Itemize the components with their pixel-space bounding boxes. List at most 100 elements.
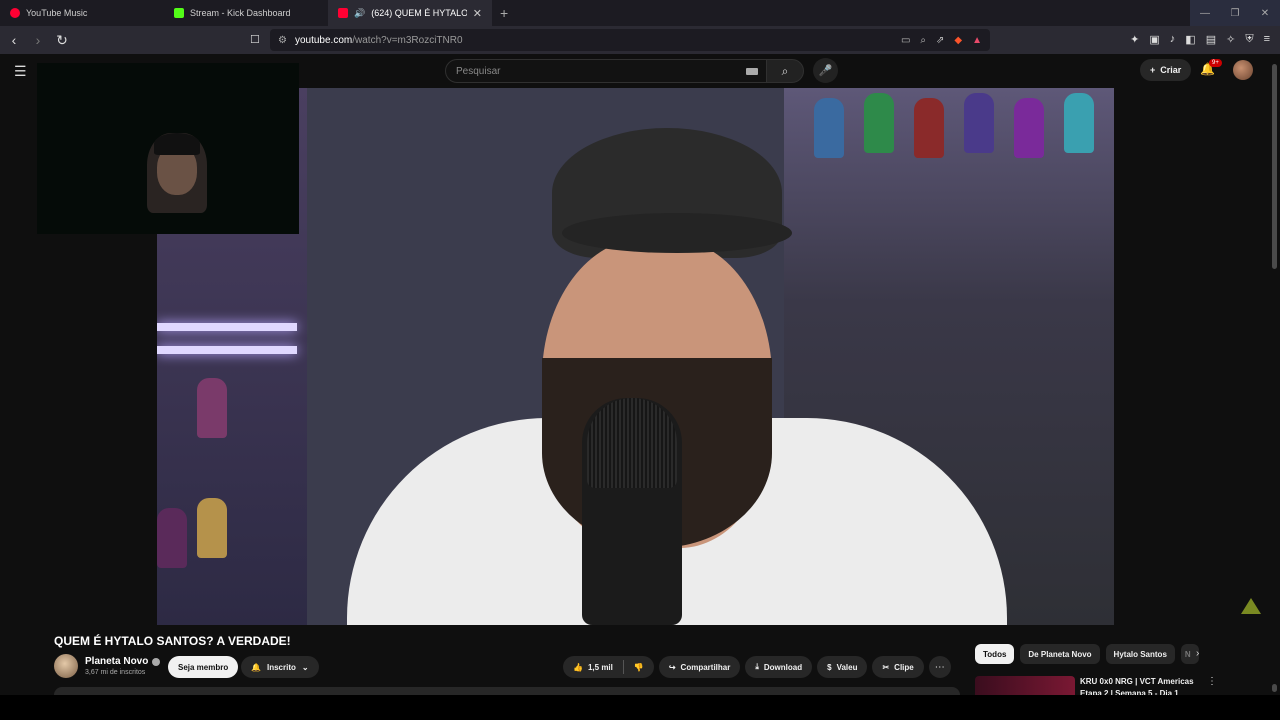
search-button[interactable]: ⌕	[766, 59, 804, 83]
toy-figure	[814, 98, 844, 158]
video-title: QUEM É HYTALO SANTOS? A VERDADE!	[54, 634, 291, 648]
search-placeholder: Pesquisar	[456, 65, 501, 77]
subscribed-label: Inscrito	[266, 662, 296, 672]
bell-icon: 🔔	[251, 662, 261, 672]
recommendation-thumbnail[interactable]	[975, 676, 1075, 696]
like-dislike-group: 👍 1,5 mil 👎	[563, 656, 654, 678]
forward-icon[interactable]: ›	[28, 32, 48, 48]
share-label: Compartilhar	[680, 662, 731, 672]
person-cap-visor	[562, 213, 792, 253]
description-box[interactable]	[54, 687, 960, 695]
share-arrow-icon: ↪	[668, 662, 676, 672]
leo-ai-icon[interactable]: ✧	[1226, 33, 1235, 46]
tab-label: Stream - Kick Dashboard	[190, 8, 291, 18]
new-tab-button[interactable]: +	[500, 5, 508, 21]
thumbs-down-icon: 👎	[633, 662, 644, 672]
brave-shield-icon[interactable]: ◆	[954, 35, 962, 46]
channel-name[interactable]: Planeta Novo	[85, 656, 161, 667]
channel-name-label: Planeta Novo	[85, 656, 149, 667]
url-domain: youtube.com	[294, 34, 353, 46]
search-input[interactable]: Pesquisar	[445, 59, 767, 83]
thanks-label: Valeu	[836, 662, 858, 672]
filter-chips: Todos De Planeta Novo Hytalo Santos N	[975, 644, 1199, 664]
toy-figure	[197, 498, 227, 558]
toy-figure	[157, 508, 187, 568]
create-button[interactable]: + Criar	[1140, 59, 1192, 81]
download-label: Download	[763, 662, 803, 672]
clip-button[interactable]: ✂ Clipe	[872, 656, 924, 678]
hamburger-menu-icon[interactable]: ☰	[14, 63, 27, 80]
keyboard-icon[interactable]	[746, 68, 758, 75]
browser-tab-bar: YouTube Music Stream - Kick Dashboard 🔊 …	[0, 0, 1280, 26]
video-actions: 👍 1,5 mil 👎 ↪ Compartilhar ⤓ Download $ …	[563, 656, 951, 678]
join-label: Seja membro	[178, 662, 229, 672]
brave-rewards-icon[interactable]: ▲	[972, 35, 982, 46]
streamer-hair	[154, 133, 200, 155]
extensions-area: ✦ ▣ ♪ ◧ ▤ ✧ ⛨ ≡	[1130, 33, 1270, 46]
zoom-icon[interactable]: ⌕	[920, 35, 926, 46]
download-button[interactable]: ⤓ Download	[745, 656, 813, 678]
cast-icon[interactable]: ▭	[901, 35, 910, 46]
bookmark-icon[interactable]: ☐	[250, 33, 260, 46]
wallet2-icon[interactable]: ▤	[1206, 33, 1216, 46]
recommendation-menu-icon[interactable]: ⋮	[1207, 676, 1217, 687]
share-button[interactable]: ↪ Compartilhar	[658, 656, 741, 678]
toy-figure	[964, 93, 994, 153]
chip-planeta-novo[interactable]: De Planeta Novo	[1020, 644, 1100, 664]
tab-label: YouTube Music	[26, 8, 88, 18]
minimize-button[interactable]: —	[1190, 0, 1220, 26]
chip-all[interactable]: Todos	[975, 644, 1015, 664]
like-count: 1,5 mil	[587, 662, 613, 672]
user-avatar[interactable]	[1233, 60, 1253, 80]
super-thanks-icon: $	[827, 662, 832, 672]
youtube-music-icon	[10, 8, 20, 18]
scrollbar-thumb[interactable]	[1272, 64, 1277, 269]
voice-search-button[interactable]: 🎤	[813, 58, 838, 83]
toy-figure	[1014, 98, 1044, 158]
verified-icon	[152, 657, 161, 666]
like-button[interactable]: 👍 1,5 mil	[563, 656, 623, 678]
address-bar[interactable]: ⚙ youtube.com/watch?v=m3RozciTNR0 ▭ ⌕ ⇗ …	[270, 29, 990, 51]
toy-figure	[197, 378, 227, 438]
subscriber-count: 3,67 mi de inscritos	[85, 669, 146, 676]
chip-hytalo-santos[interactable]: Hytalo Santos	[1105, 644, 1175, 664]
reload-icon[interactable]: ↻	[52, 32, 72, 49]
site-settings-icon[interactable]: ⚙	[278, 35, 287, 46]
join-button[interactable]: Seja membro	[168, 656, 239, 678]
back-icon[interactable]: ‹	[4, 32, 24, 48]
channel-avatar[interactable]	[54, 654, 78, 678]
extensions-icon[interactable]: ✦	[1130, 33, 1139, 46]
search-icon: ⌕	[781, 63, 789, 78]
scrollbar-thumb-lower[interactable]	[1272, 684, 1277, 692]
toy-figure	[1064, 93, 1094, 153]
video-player[interactable]	[157, 88, 1114, 625]
tab-kick-dashboard[interactable]: Stream - Kick Dashboard	[164, 0, 328, 26]
dislike-button[interactable]: 👎	[624, 656, 654, 678]
tab-youtube-video[interactable]: 🔊 (624) QUEM É HYTALO SANTO ✕	[328, 0, 492, 26]
more-actions-button[interactable]: ⋯	[928, 656, 951, 678]
close-window-button[interactable]: ✕	[1250, 0, 1280, 26]
wallet-icon[interactable]: ▣	[1149, 33, 1159, 46]
chevron-right-icon[interactable]: ›	[1196, 648, 1199, 659]
subscribed-button[interactable]: 🔔 Inscrito ⌄	[241, 656, 319, 678]
close-tab-icon[interactable]: ✕	[473, 7, 482, 20]
shelf-light	[157, 323, 297, 331]
sidebar-icon[interactable]: ◧	[1185, 33, 1195, 46]
thanks-button[interactable]: $ Valeu	[817, 656, 868, 678]
maximize-button[interactable]: ❐	[1220, 0, 1250, 26]
browser-menu-icon[interactable]: ≡	[1264, 33, 1270, 46]
window-controls: — ❐ ✕	[1190, 0, 1280, 26]
thumbs-up-icon: 👍	[573, 662, 583, 672]
microphone-icon: 🎤	[818, 65, 833, 77]
vpn-icon[interactable]: ⛨	[1245, 33, 1253, 46]
clip-label: Clipe	[894, 662, 914, 672]
toy-figure	[914, 98, 944, 158]
notification-badge: 9+	[1209, 59, 1222, 67]
kick-icon	[174, 8, 184, 18]
music-icon[interactable]: ♪	[1170, 33, 1176, 46]
share-icon[interactable]: ⇗	[936, 35, 944, 46]
chevron-down-icon: ⌄	[301, 662, 309, 672]
scissors-icon: ✂	[882, 662, 890, 672]
tab-youtube-music[interactable]: YouTube Music	[0, 0, 164, 26]
tab-label: (624) QUEM É HYTALO SANTO	[371, 8, 467, 18]
